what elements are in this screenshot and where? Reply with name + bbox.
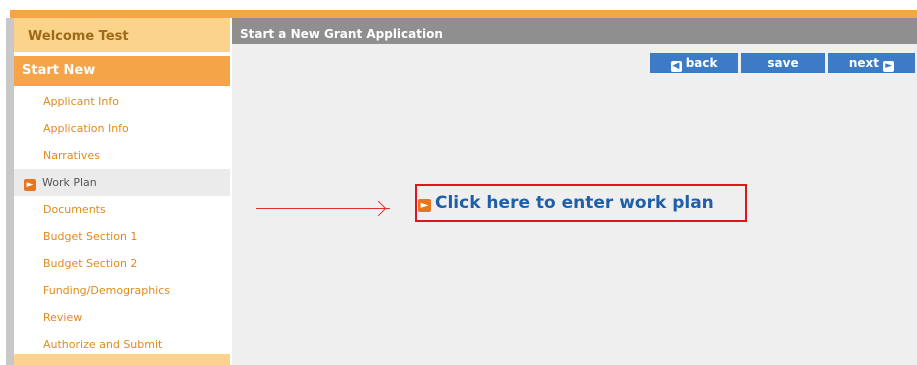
sidebar-item-documents[interactable]: Documents	[14, 196, 230, 223]
sidebar-item-application-info[interactable]: Application Info	[14, 115, 230, 142]
back-button[interactable]: ◀ back	[650, 53, 738, 73]
sidebar-item-label: Application Info	[43, 122, 129, 135]
arrow-left-icon: ◀	[670, 61, 682, 72]
sidebar-item-label: Documents	[43, 203, 106, 216]
sidebar-item-label: Authorize and Submit	[43, 338, 163, 351]
sidebar-item-budget-section-1[interactable]: Budget Section 1	[14, 223, 230, 250]
sidebar-section-title: Start New	[14, 56, 230, 86]
sidebar-item-label: Review	[43, 311, 83, 324]
sidebar-item-label: Budget Section 2	[43, 257, 138, 270]
sidebar-item-narratives[interactable]: Narratives	[14, 142, 230, 169]
sidebar-item-funding-demographics[interactable]: Funding/Demographics	[14, 277, 230, 304]
main-content: Start a New Grant Application ◀ back sav…	[232, 18, 917, 365]
sidebar-item-label: Funding/Demographics	[43, 284, 171, 297]
enter-work-plan-link[interactable]: ► Click here to enter work plan	[418, 193, 714, 213]
sidebar-item-work-plan[interactable]: ► Work Plan	[14, 169, 230, 196]
sidebar-item-budget-section-2[interactable]: Budget Section 2	[14, 250, 230, 277]
arrow-right-icon: ►	[418, 199, 431, 212]
welcome-text: Welcome Test	[14, 18, 230, 52]
sidebar-item-label: Narratives	[43, 149, 100, 162]
enter-work-plan-link-label: Click here to enter work plan	[435, 193, 714, 213]
annotation-arrow-head	[370, 200, 387, 217]
sidebar-item-applicant-info[interactable]: Applicant Info	[14, 88, 230, 115]
sidebar: Welcome Test Start New Applicant Info Ap…	[14, 18, 230, 365]
sidebar-item-label: Work Plan	[42, 176, 97, 189]
sidebar-item-label: Budget Section 1	[43, 230, 138, 243]
page-title: Start a New Grant Application	[232, 18, 917, 44]
top-accent-bar	[10, 10, 917, 18]
sidebar-footer-bar	[14, 354, 230, 365]
sidebar-nav: Applicant Info Application Info Narrativ…	[14, 88, 230, 358]
arrow-right-icon: ►	[24, 179, 36, 191]
next-button[interactable]: next ►	[828, 53, 915, 73]
back-button-label: back	[685, 56, 718, 70]
next-button-label: next	[848, 56, 879, 70]
sidebar-item-label: Applicant Info	[43, 95, 119, 108]
save-button-label: save	[767, 56, 799, 70]
sidebar-item-review[interactable]: Review	[14, 304, 230, 331]
left-border-strip	[6, 18, 14, 365]
arrow-right-icon: ►	[883, 61, 895, 72]
save-button[interactable]: save	[741, 53, 825, 73]
